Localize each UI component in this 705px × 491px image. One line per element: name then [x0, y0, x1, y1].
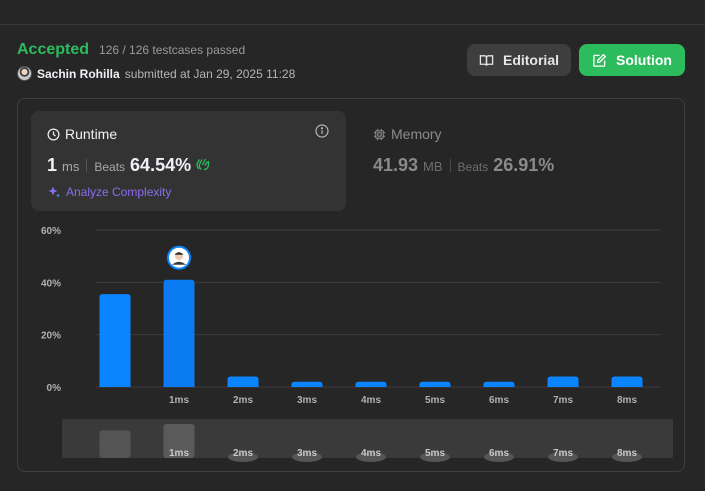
navigator-bar — [99, 430, 131, 458]
edit-square-icon — [593, 53, 607, 67]
avatar[interactable] — [17, 66, 32, 81]
x-tick-label: 8ms — [617, 395, 637, 406]
x-tick-label: 2ms — [233, 395, 253, 406]
chart-bar[interactable] — [163, 279, 195, 387]
chart-bar[interactable] — [419, 381, 451, 387]
chart-bar[interactable] — [611, 376, 643, 387]
username-link[interactable]: Sachin Rohilla — [37, 67, 120, 81]
submitted-time: submitted at Jan 29, 2025 11:28 — [124, 66, 296, 81]
navigator-tick-label: 4ms — [361, 448, 381, 459]
chart-bar[interactable] — [227, 376, 259, 387]
x-tick-label: 7ms — [553, 395, 573, 406]
y-tick-label: 60% — [41, 226, 61, 237]
navigator-tick-label: 7ms — [553, 448, 573, 459]
performance-panel: Runtime 1 ms Beats 64.54% Analyze Comple… — [17, 98, 685, 472]
editorial-button[interactable]: Editorial — [467, 44, 571, 76]
x-tick-label: 4ms — [361, 395, 381, 406]
submitter-info: Sachin Rohilla submitted at Jan 29, 2025… — [17, 66, 295, 81]
chart-bar[interactable] — [99, 294, 131, 387]
submission-status: Accepted 126 / 126 testcases passed — [17, 41, 245, 59]
status-accepted: Accepted — [17, 41, 90, 58]
chart-bar[interactable] — [547, 376, 579, 387]
y-tick-label: 40% — [41, 278, 61, 289]
x-tick-label: 1ms — [169, 395, 189, 406]
navigator-tick-label: 5ms — [425, 448, 445, 459]
chart-bar[interactable] — [355, 381, 387, 387]
navigator-tick-label: 6ms — [489, 448, 509, 459]
y-tick-label: 0% — [47, 383, 62, 394]
navigator-tick-label: 3ms — [297, 448, 317, 459]
x-tick-label: 5ms — [425, 395, 445, 406]
solution-button[interactable]: Solution — [579, 44, 685, 76]
testcases-passed: 126 / 126 testcases passed — [99, 43, 246, 57]
chart-bar[interactable] — [291, 381, 323, 387]
x-tick-label: 3ms — [297, 395, 317, 406]
navigator-tick-label: 2ms — [233, 448, 253, 459]
navigator-tick-label: 8ms — [617, 448, 637, 459]
navigator-tick-label: 1ms — [169, 448, 189, 459]
book-open-icon — [479, 54, 494, 66]
runtime-distribution-chart[interactable]: 0% 20% 40% 60% 1ms 2ms 3ms 4ms 5ms 6ms 7ms 8ms 1ms 2m… — [18, 99, 684, 471]
editorial-label: Editorial — [502, 52, 559, 68]
top-divider — [0, 0, 705, 25]
chart-bar[interactable] — [483, 381, 515, 387]
x-tick-label: 6ms — [489, 395, 509, 406]
solution-label: Solution — [616, 52, 672, 68]
y-tick-label: 20% — [41, 331, 61, 342]
